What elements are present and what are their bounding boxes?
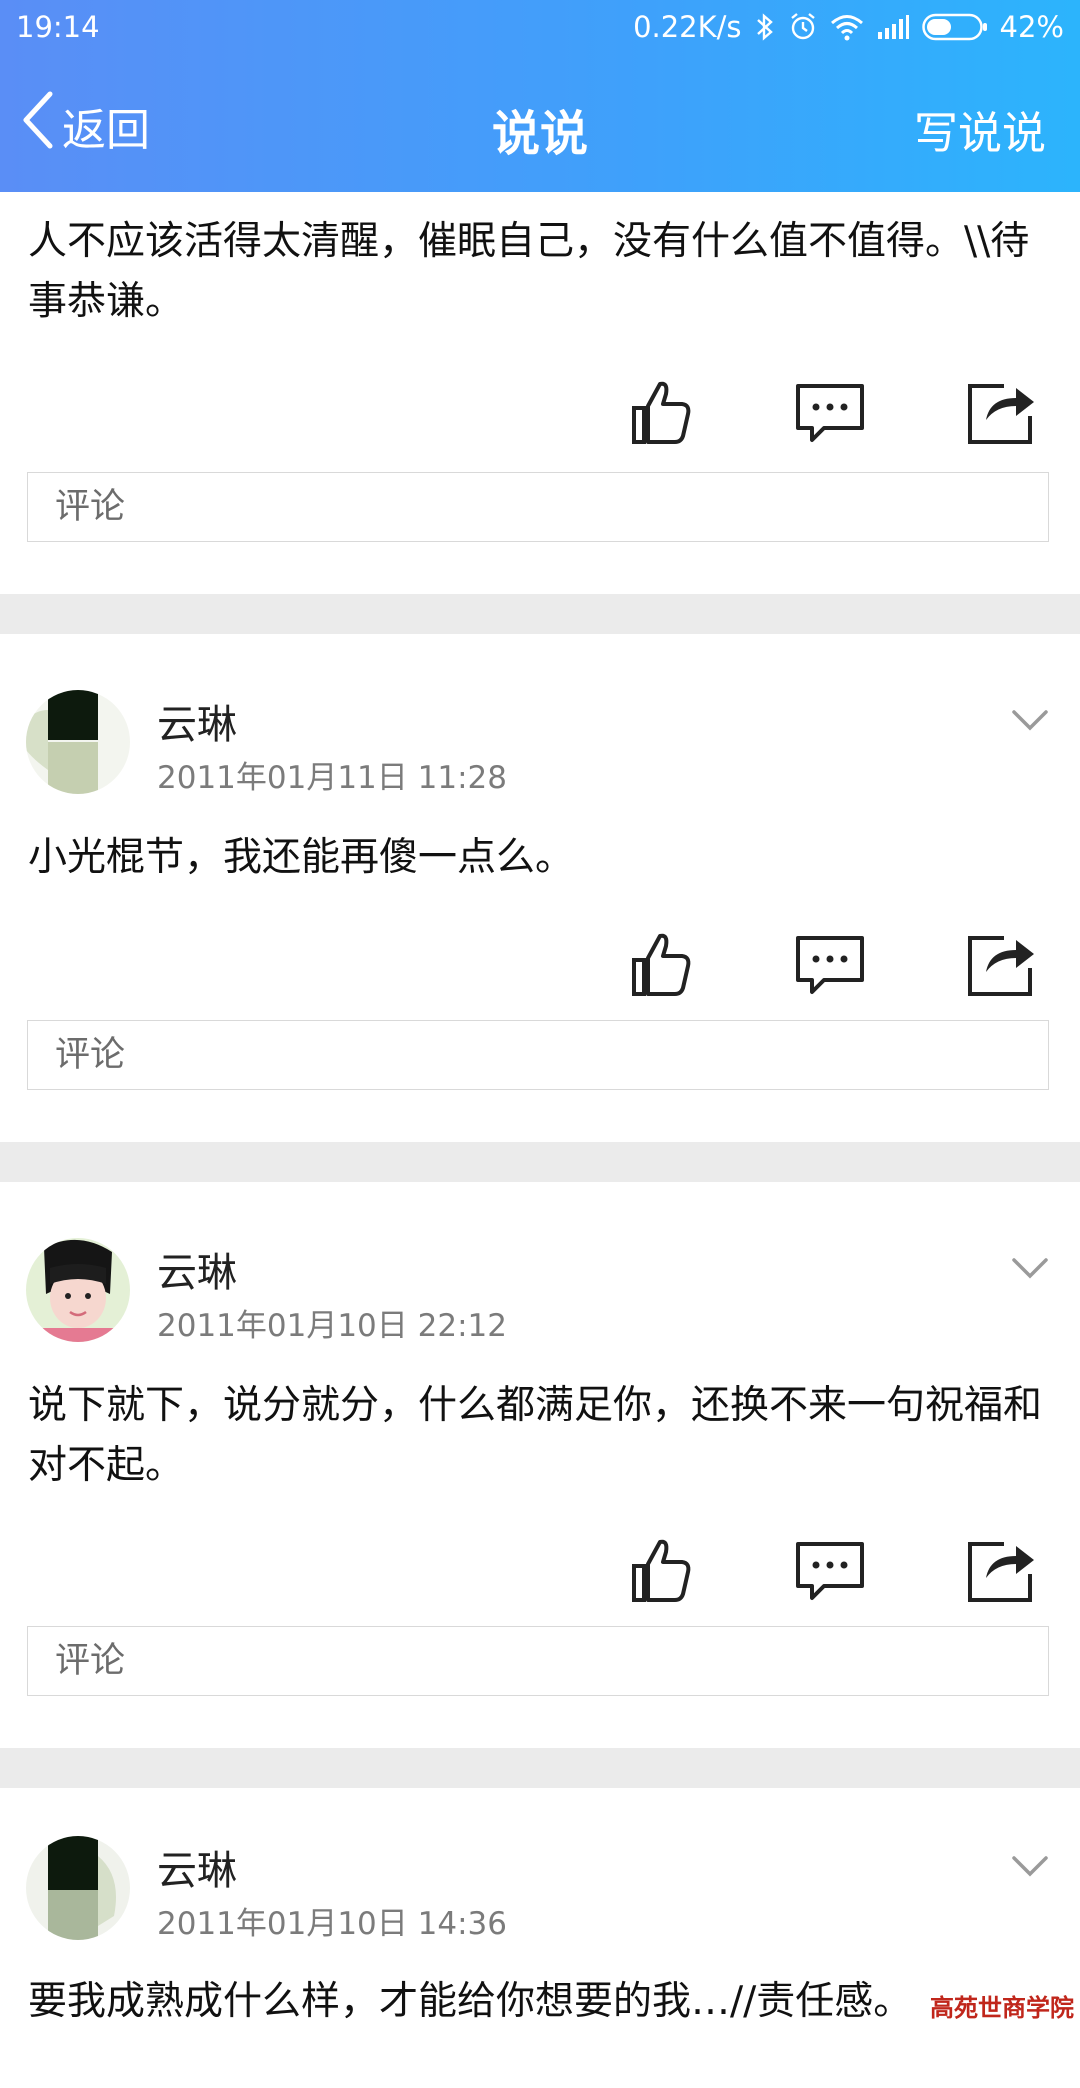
post-author[interactable]: 云琳 <box>157 692 237 750</box>
chevron-down-icon[interactable] <box>1010 708 1050 736</box>
avatar[interactable] <box>26 1238 130 1342</box>
bluetooth-icon <box>754 12 776 42</box>
comment-input[interactable]: 评论 <box>27 472 1049 542</box>
status-bar: 19:14 0.22K/s 42% <box>0 0 1080 56</box>
post-text: 要我成熟成什么样，才能给你想要的我…//责任感。 <box>28 1979 913 2024</box>
comment-icon[interactable] <box>790 924 870 1004</box>
status-icons: 0.22K/s 42% <box>633 10 1064 44</box>
navigation-bar: 返回 说说 写说说 <box>0 64 1080 184</box>
like-icon[interactable] <box>620 924 700 1004</box>
post-feed: 人不应该活得太清醒，催眠自己，没有什么值不值得。\\待事恭谦。 评论 云琳 20… <box>0 192 1080 2088</box>
post-actions <box>0 1530 1080 1610</box>
battery-icon <box>921 13 988 41</box>
network-speed: 0.22K/s <box>633 10 742 44</box>
watermark-logo: 高苑世商学院 <box>930 1994 1074 2022</box>
signal-icon <box>876 14 910 40</box>
post-separator <box>0 1142 1080 1182</box>
status-time: 19:14 <box>16 10 100 44</box>
comment-icon[interactable] <box>790 372 870 452</box>
post-time: 2011年01月11日 11:28 <box>157 760 507 796</box>
chevron-down-icon[interactable] <box>1010 1854 1050 1882</box>
post-card: 云琳 2011年01月10日 22:12 说下就下，说分就分，什么都满足你，还换… <box>0 1182 1080 1748</box>
post-time: 2011年01月10日 22:12 <box>157 1308 507 1344</box>
alarm-icon <box>788 12 818 42</box>
post-text: 人不应该活得太清醒，催眠自己，没有什么值不值得。\\待事恭谦。 <box>28 219 1030 324</box>
post-card: 人不应该活得太清醒，催眠自己，没有什么值不值得。\\待事恭谦。 评论 <box>0 192 1080 594</box>
write-post-button[interactable]: 写说说 <box>914 97 1046 161</box>
battery-percent: 42% <box>999 10 1064 44</box>
post-text: 小光棍节，我还能再傻一点么。 <box>28 835 575 880</box>
comment-input[interactable]: 评论 <box>27 1626 1049 1696</box>
comment-input[interactable]: 评论 <box>27 1020 1049 1090</box>
share-icon[interactable] <box>960 924 1040 1004</box>
post-separator <box>0 594 1080 634</box>
avatar[interactable] <box>26 1836 130 1940</box>
post-author[interactable]: 云琳 <box>157 1240 237 1298</box>
avatar[interactable] <box>26 690 130 794</box>
like-icon[interactable] <box>620 372 700 452</box>
share-icon[interactable] <box>960 1530 1040 1610</box>
post-actions <box>0 924 1080 1004</box>
comment-icon[interactable] <box>790 1530 870 1610</box>
post-separator <box>0 1748 1080 1788</box>
post-time: 2011年01月10日 14:36 <box>157 1906 507 1942</box>
wifi-icon <box>830 13 864 41</box>
post-text: 说下就下，说分就分，什么都满足你，还换不来一句祝福和对不起。 <box>28 1383 1043 1488</box>
like-icon[interactable] <box>620 1530 700 1610</box>
post-card: 云琳 2011年01月10日 14:36 要我成熟成什么样，才能给你想要的我…/… <box>0 1788 1080 2088</box>
post-author[interactable]: 云琳 <box>157 1838 237 1896</box>
app-header: 19:14 0.22K/s 42% 返回 说说 写说说 <box>0 0 1080 192</box>
share-icon[interactable] <box>960 372 1040 452</box>
post-card: 云琳 2011年01月11日 11:28 小光棍节，我还能再傻一点么。 评论 <box>0 634 1080 1142</box>
post-actions <box>0 372 1080 452</box>
chevron-down-icon[interactable] <box>1010 1256 1050 1284</box>
